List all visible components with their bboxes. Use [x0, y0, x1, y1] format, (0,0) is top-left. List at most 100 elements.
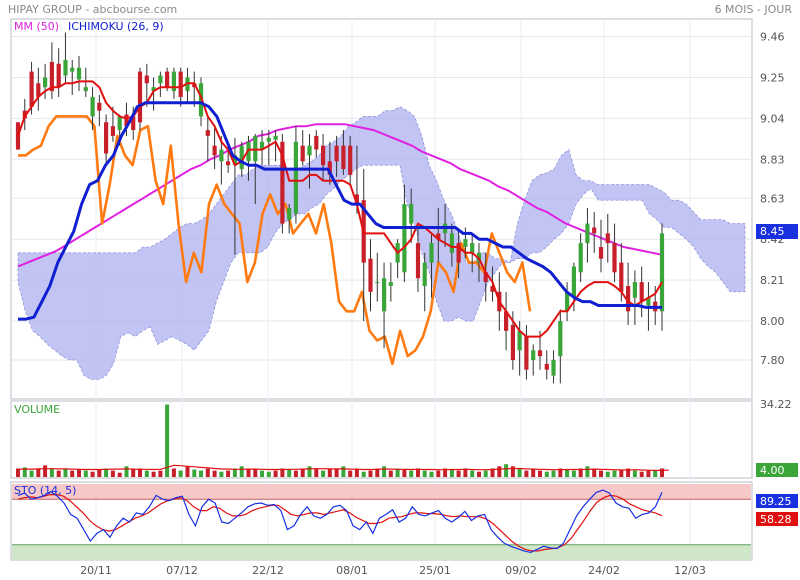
x-axis-label: 25/01 — [419, 564, 451, 577]
volume-tick-label: 34.22 — [760, 398, 792, 411]
volume-bar-down — [619, 469, 624, 477]
candle-up — [463, 239, 468, 247]
volume-bar-down — [388, 470, 393, 477]
volume-bar-up — [260, 470, 264, 477]
legend-ichimoku: ICHIMOKU (26, 9) — [68, 20, 164, 33]
volume-bar-up — [178, 470, 183, 477]
volume-bar-down — [205, 468, 210, 477]
volume-bar-up — [517, 468, 522, 477]
volume-bar-up — [83, 470, 88, 477]
candle-down — [334, 145, 339, 162]
volume-bar-up — [63, 468, 68, 477]
volume-bar-down — [524, 470, 529, 477]
volume-bar-up — [192, 469, 197, 477]
volume-bar-down — [300, 468, 305, 477]
volume-bar-down — [110, 470, 115, 477]
volume-bar-down — [43, 465, 48, 477]
axis-tick-labels: 9.469.259.048.838.638.428.218.007.8034.2… — [760, 31, 792, 411]
volume-bar-up — [49, 468, 54, 477]
candle-down — [144, 75, 149, 84]
volume-bar-down — [334, 468, 339, 477]
sto-k-value: 89.25 — [760, 495, 792, 508]
candle-up — [307, 145, 312, 156]
stock-chart: 9.469.259.048.838.638.428.218.007.8034.2… — [8, 3, 798, 577]
candle-up — [158, 75, 163, 84]
volume-bar-down — [151, 471, 156, 477]
sto-title: STO (14, 5) — [14, 484, 76, 497]
candle-down — [605, 233, 610, 244]
volume-bar-down — [497, 466, 502, 477]
volume-bar-down — [314, 468, 319, 477]
oversold-zone — [12, 544, 751, 560]
last-price-value: 8.45 — [760, 225, 785, 238]
candle-down — [104, 122, 109, 154]
price-tick-label: 9.46 — [760, 31, 785, 44]
candle-up — [253, 135, 258, 162]
candle-down — [137, 71, 143, 123]
candle-up — [388, 282, 393, 286]
volume-bar-up — [144, 470, 149, 477]
x-axis-label: 24/02 — [588, 564, 620, 577]
last-volume-value: 4.00 — [760, 464, 785, 477]
volume-bar-up — [585, 466, 590, 477]
candle-up — [402, 204, 407, 273]
candle-up — [83, 87, 88, 92]
candle-up — [470, 243, 475, 253]
candle-up — [429, 243, 434, 263]
candle-down — [300, 145, 305, 162]
volume-panel-frame — [10, 400, 753, 479]
volume-bar-down — [592, 468, 597, 477]
volume-bar-down — [456, 470, 461, 477]
volume-title: VOLUME — [14, 403, 60, 416]
candle-down — [612, 243, 617, 273]
volume-bar-up — [544, 471, 549, 477]
volume-bar-down — [36, 468, 41, 477]
volume-bar-up — [287, 469, 292, 477]
legend-ma: MM (50) — [14, 20, 59, 33]
volume-bar-up — [429, 471, 434, 477]
candle-up — [76, 67, 82, 80]
candle-up — [659, 233, 665, 312]
price-tick-label: 9.04 — [760, 112, 785, 125]
candle-down — [110, 126, 115, 136]
volume-bar-up — [307, 466, 312, 477]
candle-up — [571, 266, 576, 298]
candle-down — [226, 161, 231, 166]
volume-bar-down — [158, 470, 163, 477]
candle-down — [97, 102, 102, 111]
candle-up — [632, 282, 637, 298]
overbought-zone — [12, 484, 751, 500]
volume-bar-up — [422, 470, 427, 477]
x-axis-label: 22/12 — [252, 564, 284, 577]
chart-stage: 9.46 9.25 9.04 8.83 8.63 8.42 8.21 8.00 7.80 34.2… — [0, 0, 800, 580]
candle-down — [178, 71, 183, 97]
candle-down — [205, 130, 210, 136]
candle-down — [15, 122, 21, 150]
price-tick-label: 9.25 — [760, 71, 785, 84]
candle-down — [348, 145, 353, 175]
volume-bar-down — [226, 470, 231, 477]
candle-up — [578, 243, 583, 273]
candle-up — [531, 350, 536, 360]
volume-bar-down — [368, 470, 373, 477]
x-axis-label: 07/12 — [166, 564, 198, 577]
volume-bar-up — [504, 464, 509, 477]
sto-d-value: 58.28 — [760, 513, 792, 526]
volume-bar-up — [653, 470, 658, 477]
x-axis-label: 08/01 — [336, 564, 368, 577]
volume-bar-down — [90, 471, 95, 477]
volume-bar-down — [171, 468, 176, 477]
volume-bar-up — [199, 470, 203, 477]
candle-down — [165, 71, 170, 88]
candle-up — [266, 137, 271, 142]
volume-bar-up — [165, 404, 170, 477]
candle-up — [551, 360, 556, 376]
chart-title: HIPAY GROUP - abcbourse.com — [8, 3, 177, 16]
candle-down — [212, 145, 217, 156]
candle-up — [273, 135, 278, 140]
candle-up — [409, 204, 414, 224]
candle-down — [368, 258, 373, 292]
volume-bar-down — [538, 470, 542, 477]
candle-up — [117, 116, 122, 130]
volume-bar-up — [612, 470, 617, 477]
